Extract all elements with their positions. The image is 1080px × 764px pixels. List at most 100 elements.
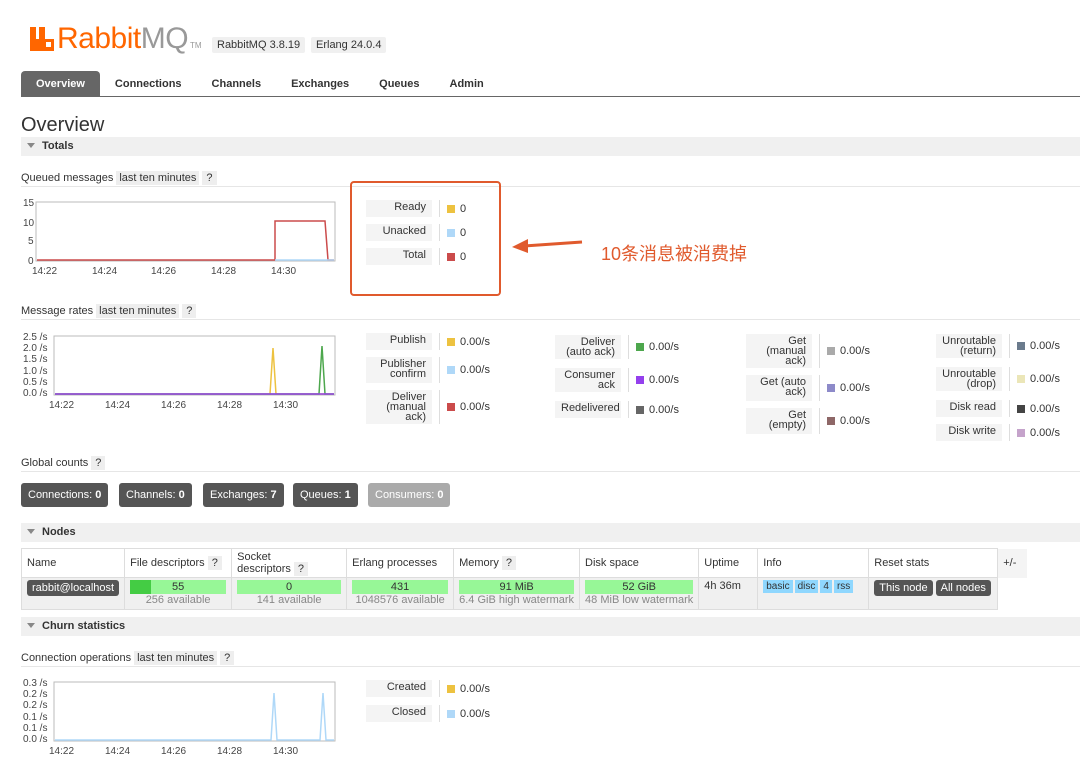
y-tick: 5 [28,236,34,247]
col-header-name: Name [20,548,126,578]
col-header-uptime: Uptime [698,548,759,578]
tab-overview[interactable]: Overview [21,71,100,97]
legend-key: Created [366,680,432,697]
tab-queues[interactable]: Queues [364,71,434,97]
rates-legend-col2: Deliver (auto ack) 0.00/s Consumer ack 0… [555,335,679,418]
connections-count-button[interactable]: Connections: 0 [21,483,109,507]
x-tick: 14:30 [273,746,298,757]
legend-key: Get (auto ack) [746,375,812,401]
y-tick: 0.0 /s [23,388,47,399]
rabbit-logo-icon [30,27,54,51]
global-counts-label: Global counts? [21,456,106,470]
y-tick: 10 [23,218,35,229]
main-tabs: Overview Connections Channels Exchanges … [21,71,499,97]
legend-value: 0.00/s [840,345,870,357]
x-tick: 14:24 [105,746,130,757]
consumers-count-button[interactable]: Consumers: 0 [368,483,451,507]
legend-value: 0.00/s [460,682,490,695]
legend-value: 0.00/s [460,401,490,413]
legend-key: Unroutable (drop) [936,367,1002,391]
legend-key: Deliver (auto ack) [555,335,621,359]
disk-space-bar: 52 GiB [585,580,694,594]
collapse-triangle-icon [27,529,35,534]
y-tick: 0.0 /s [23,734,47,745]
help-button[interactable]: ? [207,556,222,570]
rabbitmq-logo: RabbitMQ TM [30,20,202,54]
channels-count-button[interactable]: Channels: 0 [119,483,192,507]
reset-all-nodes-button[interactable]: All nodes [935,580,991,596]
help-button[interactable]: ? [202,171,217,185]
x-tick: 14:26 [161,746,186,757]
help-button[interactable]: ? [182,304,197,318]
legend-value: 0.00/s [1030,426,1060,439]
y-tick: 0.1 /s [23,723,47,734]
columns-toggle-button[interactable]: +/- [997,548,1027,578]
legend-value: 0.00/s [1030,340,1060,352]
erlang-processes-bar: 431 [352,580,449,594]
exchanges-count-button[interactable]: Exchanges: 7 [203,483,284,507]
node-name-link[interactable]: rabbit@localhost [27,580,120,596]
help-button[interactable]: ? [220,651,235,665]
help-button[interactable]: ? [293,562,309,576]
y-tick: 0.1 /s [23,712,47,723]
help-button[interactable]: ? [91,456,106,470]
legend-key: Deliver (manual ack) [366,390,432,424]
info-tags: basic disc 4 rss [757,577,870,610]
info-tag: rss [833,580,854,593]
legend-key: Get (manual ack) [746,334,812,368]
churn-legend: Created 0.00/s Closed 0.00/s [366,680,490,722]
legend-key: Publish [366,333,432,350]
legend-swatch [1017,375,1025,383]
churn-section-header[interactable]: Churn statistics [21,617,1080,636]
col-header-disk-space: Disk space [579,548,700,578]
info-tag: 4 [820,580,832,593]
range-selector[interactable]: last ten minutes [134,651,218,665]
connection-operations-label: Connection operations last ten minutes? [21,651,235,665]
x-tick: 14:26 [151,266,176,277]
tab-connections[interactable]: Connections [100,71,197,97]
legend-swatch [827,384,835,392]
range-selector[interactable]: last ten minutes [116,171,200,185]
legend-key: Publisher confirm [366,357,432,383]
availability-text: 141 available [256,594,322,606]
nodes-section-header[interactable]: Nodes [21,523,1080,542]
reset-this-node-button[interactable]: This node [874,580,933,596]
legend-swatch [447,709,455,718]
x-tick: 14:24 [105,400,130,411]
rates-legend-col1: Publish 0.00/s Publisher confirm 0.00/s … [366,333,490,424]
legend-swatch [636,376,644,384]
rates-legend-col4: Unroutable (return) 0.00/s Unroutable (d… [936,334,1060,441]
legend-value: 0.00/s [649,341,679,353]
col-header-file-descriptors: File descriptors? [124,548,233,578]
legend-key: Consumer ack [555,368,621,392]
legend-swatch [447,366,455,374]
legend-key: Disk write [936,424,1002,441]
col-header-socket-descriptors: Socket descriptors? [231,548,348,578]
queues-count-button[interactable]: Queues: 1 [293,483,358,507]
memory-bar: 91 MiB [459,580,575,594]
legend-value: 0.00/s [460,707,490,720]
col-header-erlang-processes: Erlang processes [346,548,455,578]
y-tick: 15 [23,198,35,209]
tab-exchanges[interactable]: Exchanges [276,71,364,97]
legend-value: 0.00/s [460,364,490,376]
tab-admin[interactable]: Admin [435,71,499,97]
x-tick: 14:22 [32,266,57,277]
legend-value: 0.00/s [649,403,679,416]
x-tick: 14:28 [217,400,242,411]
legend-swatch [1017,342,1025,350]
erlang-version: Erlang 24.0.4 [311,37,387,53]
x-tick: 14:30 [271,266,296,277]
x-tick: 14:22 [49,746,74,757]
range-selector[interactable]: last ten minutes [96,304,180,318]
legend-value: 0.00/s [460,335,490,348]
legend-key: Unroutable (return) [936,334,1002,358]
legend-value: 0.00/s [1030,402,1060,415]
tab-channels[interactable]: Channels [197,71,277,97]
queued-messages-label: Queued messages last ten minutes? [21,171,217,185]
help-button[interactable]: ? [501,556,516,570]
y-tick: 2.5 /s [23,332,47,343]
annotation-text: 10条消息被消费掉 [601,244,748,264]
x-tick: 14:24 [92,266,117,277]
totals-section-header[interactable]: Totals [21,137,1080,156]
